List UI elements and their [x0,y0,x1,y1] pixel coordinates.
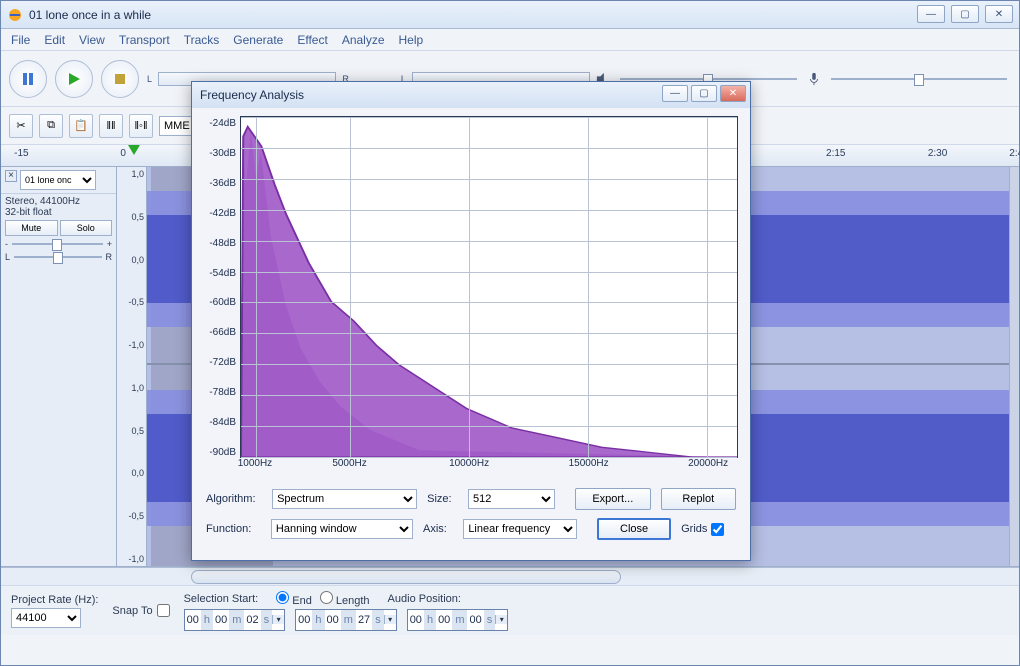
menu-help[interactable]: Help [399,33,424,47]
silence-button[interactable]: ‖◦‖ [129,114,153,138]
replot-button[interactable]: Replot [661,488,736,510]
menu-generate[interactable]: Generate [233,33,283,47]
meter-L-label: L [147,74,152,84]
plot-y-axis: -24dB-30dB-36dB-42dB-48dB-54dB-60dB-66dB… [200,116,240,458]
audio-position-time[interactable]: 00h 00m 00s▾ [407,609,509,631]
algorithm-label: Algorithm: [206,493,262,505]
menu-view[interactable]: View [79,33,105,47]
timeline-tick: 2:15 [826,148,845,159]
frequency-analysis-dialog: Frequency Analysis — ▢ ✕ -24dB-30dB-36dB… [191,81,751,561]
microphone-icon [807,72,821,86]
selection-start-label: Selection Start: [184,593,259,605]
solo-button[interactable]: Solo [60,220,113,236]
plot-x-axis: 1000Hz5000Hz10000Hz15000Hz20000Hz [240,458,738,478]
size-select[interactable]: 512 [468,489,555,509]
timeline-tick: 0 [120,148,126,159]
menu-tracks[interactable]: Tracks [184,33,220,47]
app-icon [7,7,23,23]
maximize-button[interactable]: ▢ [951,5,979,23]
dialog-title: Frequency Analysis [200,88,304,102]
menu-transport[interactable]: Transport [119,33,170,47]
selection-end-time[interactable]: 00h 00m 27s▾ [295,609,397,631]
track-close-button[interactable]: × [5,170,17,182]
menu-effect[interactable]: Effect [297,33,327,47]
algorithm-select[interactable]: Spectrum [272,489,417,509]
paste-button[interactable]: 📋 [69,114,93,138]
menu-file[interactable]: File [11,33,30,47]
dialog-maximize-button[interactable]: ▢ [691,85,717,102]
play-button[interactable] [55,60,93,98]
menu-edit[interactable]: Edit [44,33,65,47]
window-title: 01 lone once in a while [29,8,151,22]
grids-label: Grids [681,523,707,535]
audio-position-label: Audio Position: [388,593,461,605]
copy-button[interactable]: ⧉ [39,114,63,138]
length-radio[interactable] [320,591,333,604]
export-button[interactable]: Export... [575,488,650,510]
snap-to-checkbox[interactable] [157,604,170,617]
amplitude-scale-top: 1,00,50,0-0,5-1,01,00,50,0-0,5-1,0 [117,167,147,566]
track-format: Stereo, 44100Hz [5,196,112,207]
dialog-close-button[interactable]: ✕ [720,85,746,102]
axis-label: Axis: [423,523,453,535]
menu-analyze[interactable]: Analyze [342,33,385,47]
grids-checkbox[interactable] [711,523,724,536]
menubar: File Edit View Transport Tracks Generate… [1,29,1019,51]
project-rate-label: Project Rate (Hz): [11,594,98,606]
vertical-scrollbar[interactable] [1009,167,1019,566]
timeline-tick: 2:30 [928,148,947,159]
timeline-tick: -15 [14,148,28,159]
playhead-marker[interactable] [128,145,140,155]
timeline-tick: 2:45 [1009,148,1020,159]
minimize-button[interactable]: — [917,5,945,23]
axis-select[interactable]: Linear frequency [463,519,577,539]
snap-to-label: Snap To [112,605,152,617]
trim-button[interactable]: ‖‖ [99,114,123,138]
mute-button[interactable]: Mute [5,220,58,236]
track-menu[interactable]: 01 lone onc [20,170,96,190]
function-select[interactable]: Hanning window [271,519,413,539]
project-rate-select[interactable]: 44100 [11,608,81,628]
input-volume-slider[interactable] [831,78,1007,80]
track-bitdepth: 32-bit float [5,207,112,218]
close-window-button[interactable]: ✕ [985,5,1013,23]
gain-slider[interactable] [12,243,103,245]
end-radio[interactable] [276,591,289,604]
pan-slider[interactable] [14,256,101,258]
selection-start-time[interactable]: 00h 00m 02s▾ [184,609,286,631]
output-volume-slider[interactable] [620,78,796,80]
stop-button[interactable] [101,60,139,98]
dialog-minimize-button[interactable]: — [662,85,688,102]
spectrum-plot[interactable] [240,116,738,458]
horizontal-scrollbar[interactable] [1,567,1019,585]
function-label: Function: [206,523,261,535]
size-label: Size: [427,493,458,505]
pause-button[interactable] [9,60,47,98]
cut-button[interactable]: ✂ [9,114,33,138]
close-button[interactable]: Close [597,518,671,540]
